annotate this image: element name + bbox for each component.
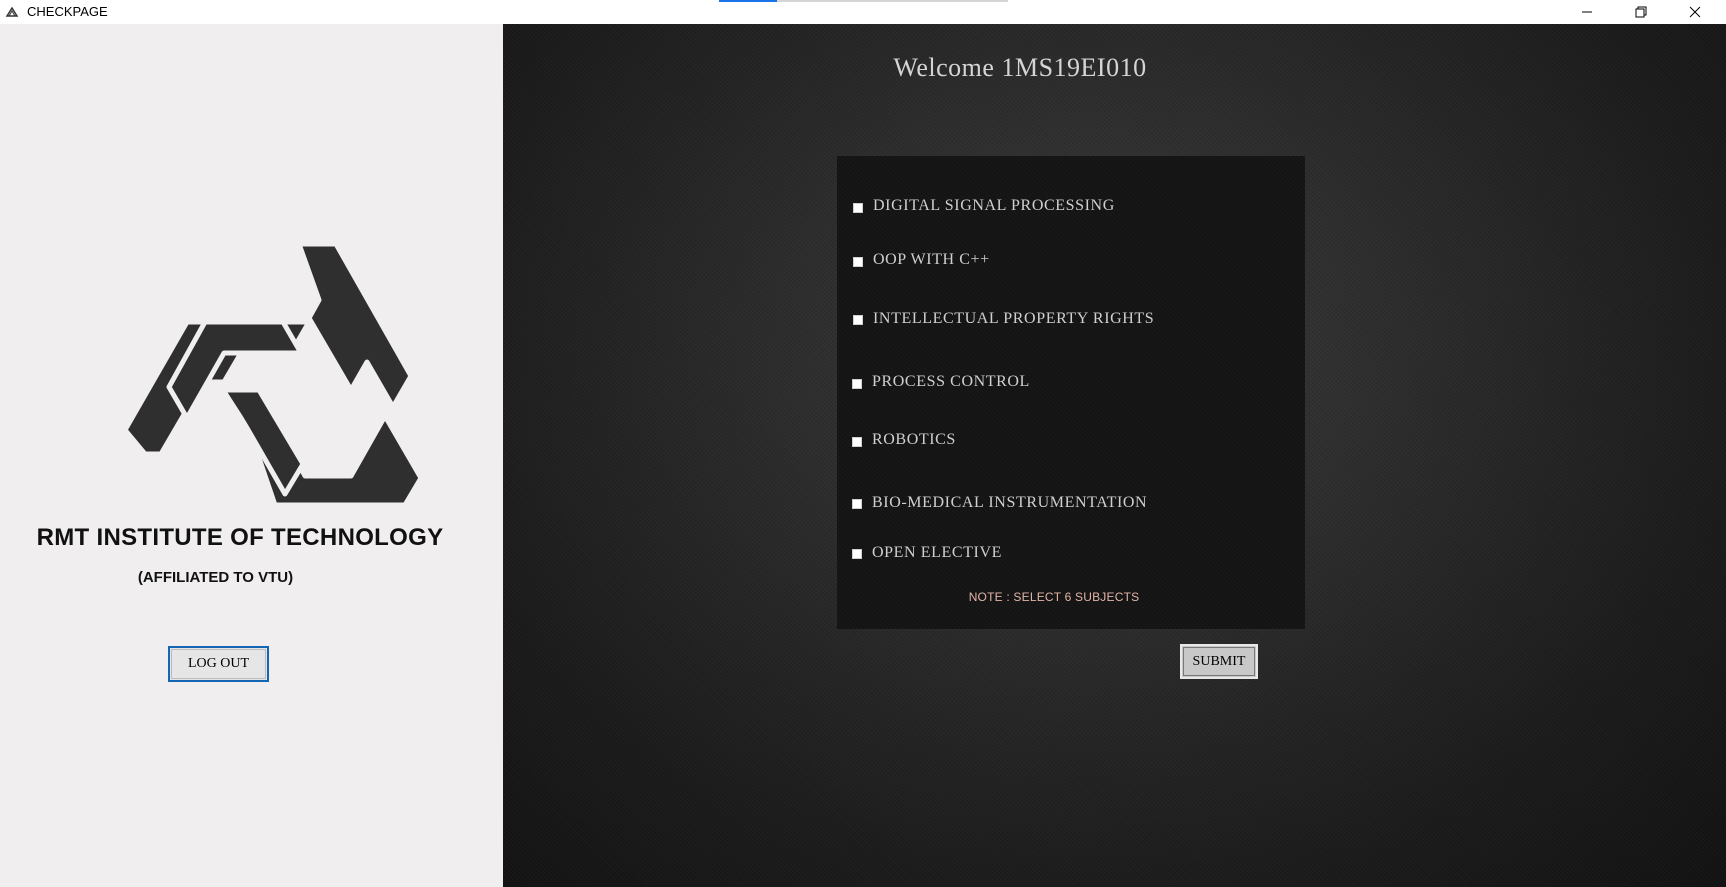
left-panel: RMT INSTITUTE OF TECHNOLOGY (AFFILIATED … [0,24,503,887]
subject-label: INTELLECTUAL PROPERTY RIGHTS [873,310,1155,327]
logout-button[interactable]: LOG OUT [168,646,269,682]
close-button[interactable] [1672,0,1718,24]
app-icon [5,6,19,17]
minimize-icon [1582,11,1592,13]
minimize-button[interactable] [1564,0,1610,24]
main-panel: Welcome 1MS19EI010 DIGITAL SIGNAL PROCES… [503,24,1726,887]
subject-checkbox[interactable] [852,499,862,509]
subject-checkbox[interactable] [853,257,863,267]
subject-checkbox[interactable] [852,379,862,389]
subject-selection-box: DIGITAL SIGNAL PROCESSING OOP WITH C++ I… [837,156,1305,629]
restore-icon [1635,6,1647,18]
institute-name: RMT INSTITUTE OF TECHNOLOGY [36,524,444,551]
taskbar-indicator [719,0,777,2]
subject-checkbox[interactable] [853,203,863,213]
title-bar: CHECKPAGE [0,0,1726,24]
institute-logo-icon [123,242,424,507]
submit-button[interactable]: SUBMIT [1180,644,1258,679]
taskbar-indicator-track [777,0,1008,2]
window-title: CHECKPAGE [27,4,108,19]
close-icon [1689,6,1701,18]
subject-label: OPEN ELECTIVE [872,544,1003,561]
selection-note: NOTE : SELECT 6 SUBJECTS [968,590,1140,604]
affiliation-text: (AFFILIATED TO VTU) [137,569,294,586]
subject-checkbox[interactable] [853,315,863,325]
subject-label: OOP WITH C++ [873,251,990,268]
subject-label: BIO-MEDICAL INSTRUMENTATION [872,494,1148,511]
subject-label: PROCESS CONTROL [872,373,1030,390]
subject-label: DIGITAL SIGNAL PROCESSING [873,197,1115,214]
subject-label: ROBOTICS [872,431,956,448]
welcome-heading: Welcome 1MS19EI010 [893,53,1147,82]
subject-checkbox[interactable] [852,549,862,559]
subject-checkbox[interactable] [852,437,862,447]
restore-button[interactable] [1618,0,1664,24]
